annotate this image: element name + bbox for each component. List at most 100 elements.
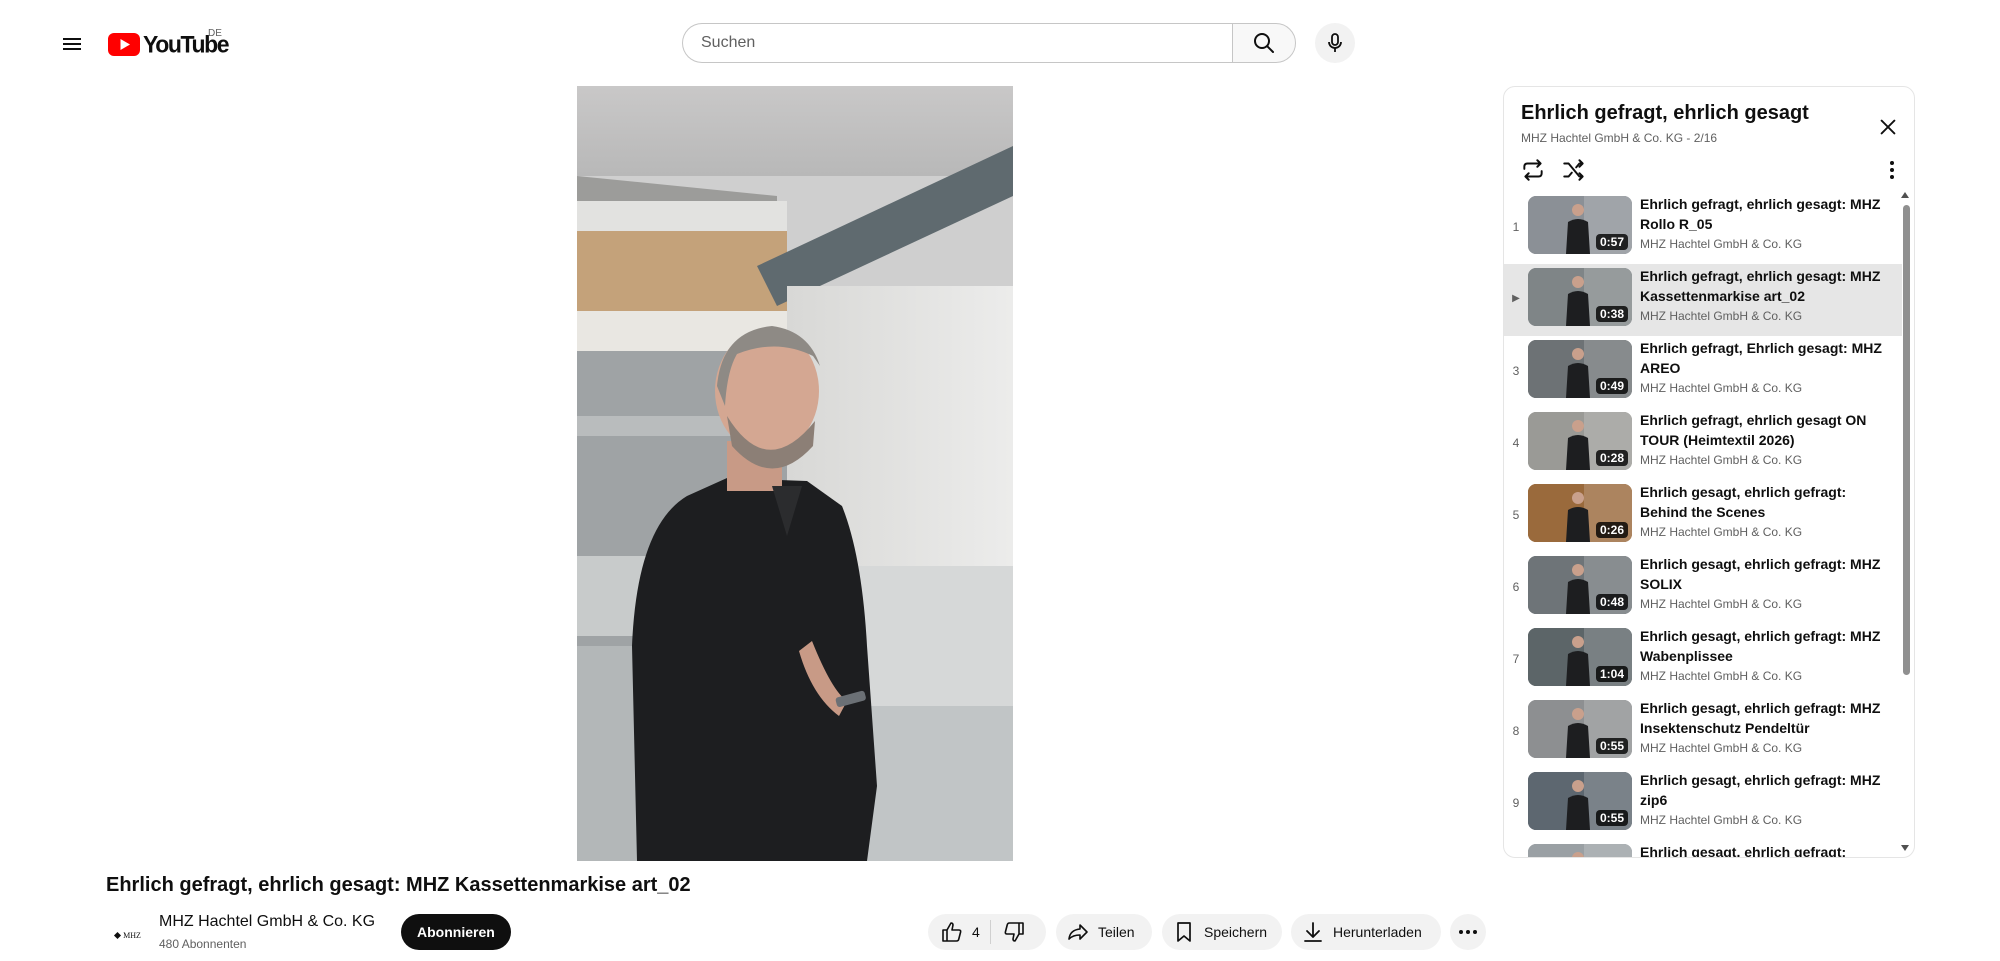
download-icon — [1304, 922, 1322, 942]
playlist-item[interactable]: 4 0:28 Ehrlich gefragt, ehrlich gesagt ON … — [1504, 408, 1902, 480]
more-actions-button[interactable] — [1450, 914, 1486, 950]
playlist-item-channel: MHZ Hachtel GmbH & Co. KG — [1640, 669, 1803, 683]
save-button[interactable]: Speichern — [1162, 914, 1282, 950]
playlist-item-thumbnail: 0:26 — [1528, 484, 1632, 542]
playlist-item[interactable]: 3 0:49 Ehrlich gefragt, Ehrlich gesagt: MH… — [1504, 336, 1902, 408]
playlist-item[interactable]: 9 0:55 Ehrlich gesagt, ehrlich gefragt: MH… — [1504, 768, 1902, 840]
video-duration: 0:55 — [1595, 738, 1628, 754]
video-duration: 1:04 — [1595, 666, 1628, 682]
playlist-item-channel: MHZ Hachtel GmbH & Co. KG — [1640, 381, 1803, 395]
scroll-down-arrow[interactable] — [1900, 843, 1910, 853]
playlist-item-title: Ehrlich gefragt, ehrlich gesagt: MHZ Kas… — [1640, 268, 1881, 304]
playlist-item-thumbnail: 0:55 — [1528, 772, 1632, 830]
playlist-item-text: Ehrlich gesagt, ehrlich gefragt: MHZ Wab… — [1640, 626, 1890, 683]
playlist-item-index: 3 — [1512, 364, 1520, 378]
playlist-item-channel: MHZ Hachtel GmbH & Co. KG — [1640, 813, 1803, 827]
playlist-item-index: 8 — [1512, 724, 1520, 738]
playlist-item-title: Ehrlich gesagt, ehrlich gefragt: MHZ Ins… — [1640, 700, 1881, 736]
channel-logo-mark — [114, 931, 122, 939]
playlist-item-text: Ehrlich gesagt, ehrlich gefragt: Behind … — [1640, 482, 1890, 539]
playlist-item-thumbnail: 0:49 — [1528, 340, 1632, 398]
playlist-item-channel: MHZ Hachtel GmbH & Co. KG — [1640, 309, 1803, 323]
channel-avatar-text: MHZ — [123, 930, 141, 940]
playlist-item-text: Ehrlich gesagt, ehrlich gefragt: MHZ zip… — [1640, 770, 1890, 827]
playlist-menu-button[interactable] — [1877, 155, 1907, 185]
subscriber-count: 480 Abonnenten — [159, 937, 247, 951]
playlist-item-title: Ehrlich gesagt, ehrlich gefragt: MHZ SOL… — [1640, 556, 1881, 592]
thumbs-down-icon — [1004, 922, 1024, 942]
playlist-item[interactable]: ▶ 0:38 Ehrlich gefragt, ehrlich gesagt: MH… — [1504, 264, 1902, 336]
playlist-item-text: Ehrlich gefragt, ehrlich gesagt: MHZ Rol… — [1640, 194, 1890, 251]
video-duration: 0:55 — [1595, 810, 1628, 826]
share-label: Teilen — [1098, 924, 1135, 940]
playlist-item-index: 5 — [1512, 508, 1520, 522]
region-code: DE — [208, 28, 222, 39]
like-dislike-group: 4 — [928, 914, 1046, 950]
video-title: Ehrlich gefragt, ehrlich gesagt: MHZ Kas… — [106, 874, 691, 896]
like-button[interactable]: 4 — [928, 914, 990, 950]
playlist-item-channel: MHZ Hachtel GmbH & Co. KG — [1640, 453, 1803, 467]
scroll-down-arrow-icon — [1901, 845, 1909, 851]
playlist-item-thumbnail: 0:48 — [1528, 556, 1632, 614]
playlist-item[interactable]: 8 0:55 Ehrlich gesagt, ehrlich gefragt: MH… — [1504, 696, 1902, 768]
playlist-item-title: Ehrlich gefragt, Ehrlich gesagt: MHZ ARE… — [1640, 340, 1882, 376]
download-button[interactable]: Herunterladen — [1291, 914, 1441, 950]
playlist-item-text: Ehrlich gesagt, ehrlich gefragt: — [1640, 842, 1890, 857]
search-input[interactable] — [699, 33, 1232, 53]
video-player[interactable] — [577, 86, 1013, 861]
playlist-item-channel: MHZ Hachtel GmbH & Co. KG — [1640, 597, 1803, 611]
search-button[interactable] — [1232, 23, 1296, 63]
like-count: 4 — [972, 924, 980, 940]
playlist-item[interactable]: 6 0:48 Ehrlich gesagt, ehrlich gefragt: MH… — [1504, 552, 1902, 624]
scroll-up-arrow[interactable] — [1900, 190, 1910, 200]
menu-button[interactable] — [52, 24, 92, 64]
playlist-scrollbar-thumb[interactable] — [1903, 205, 1910, 675]
playlist-item-index: 4 — [1512, 436, 1520, 450]
playlist-close-button[interactable] — [1873, 112, 1903, 142]
playlist-item-channel: MHZ Hachtel GmbH & Co. KG — [1640, 741, 1803, 755]
playlist-item-text: Ehrlich gesagt, ehrlich gefragt: MHZ SOL… — [1640, 554, 1890, 611]
channel-avatar[interactable]: MHZ — [108, 915, 148, 955]
playlist-item-text: Ehrlich gefragt, ehrlich gesagt: MHZ Kas… — [1640, 266, 1890, 323]
video-duration: 0:28 — [1595, 450, 1628, 466]
share-button[interactable]: Teilen — [1056, 914, 1152, 950]
loop-icon — [1523, 159, 1543, 181]
playlist-item-text: Ehrlich gesagt, ehrlich gefragt: MHZ Ins… — [1640, 698, 1890, 755]
playlist-item-index: 9 — [1512, 796, 1520, 810]
dislike-button[interactable] — [991, 914, 1037, 950]
playlist-item-text: Ehrlich gefragt, ehrlich gesagt ON TOUR … — [1640, 410, 1890, 467]
playlist-item-title: Ehrlich gefragt, ehrlich gesagt ON TOUR … — [1640, 412, 1867, 448]
playlist-shuffle-button[interactable] — [1558, 154, 1590, 186]
microphone-icon — [1328, 33, 1342, 52]
voice-search-button[interactable] — [1315, 23, 1355, 63]
bookmark-icon — [1177, 922, 1191, 942]
playlist-item-title: Ehrlich gesagt, ehrlich gefragt: Behind … — [1640, 484, 1847, 520]
subscribe-button[interactable]: Abonnieren — [401, 914, 511, 950]
playlist-item[interactable]: 5 0:26 Ehrlich gesagt, ehrlich gefragt: Be… — [1504, 480, 1902, 552]
playlist-item-index: 1 — [1512, 220, 1520, 234]
channel-name[interactable]: MHZ Hachtel GmbH & Co. KG — [159, 913, 375, 931]
share-arrow-icon — [1068, 924, 1088, 940]
close-icon — [1880, 119, 1896, 135]
video-duration: 0:26 — [1595, 522, 1628, 538]
playlist-loop-button[interactable] — [1517, 154, 1549, 186]
playlist-item[interactable]: 7 1:04 Ehrlich gesagt, ehrlich gefragt: MH… — [1504, 624, 1902, 696]
playlist-item-thumbnail: 1:04 — [1528, 628, 1632, 686]
video-duration: 0:48 — [1595, 594, 1628, 610]
video-duration: 0:57 — [1595, 234, 1628, 250]
search-icon — [1254, 33, 1274, 53]
playlist-title[interactable]: Ehrlich gefragt, ehrlich gesagt — [1521, 102, 1809, 125]
playlist-item-thumbnail — [1528, 844, 1632, 857]
download-label: Herunterladen — [1333, 924, 1422, 940]
playlist-item[interactable]: 10Ehrlich gesagt, ehrlich gefragt: — [1504, 840, 1902, 857]
playlist-item-title: Ehrlich gesagt, ehrlich gefragt: MHZ Wab… — [1640, 628, 1881, 664]
playlist-item-title: Ehrlich gefragt, ehrlich gesagt: MHZ Rol… — [1640, 196, 1881, 232]
playlist-item[interactable]: 1 0:57 Ehrlich gefragt, ehrlich gesagt: MH… — [1504, 192, 1902, 264]
playlist-item-channel: MHZ Hachtel GmbH & Co. KG — [1640, 237, 1803, 251]
more-vertical-icon — [1890, 161, 1894, 179]
playlist-item-thumbnail: 0:55 — [1528, 700, 1632, 758]
playlist-item-text: Ehrlich gefragt, Ehrlich gesagt: MHZ ARE… — [1640, 338, 1890, 395]
playlist-panel: Ehrlich gefragt, ehrlich gesagt MHZ Hach… — [1503, 86, 1915, 858]
playlist-item-index: 7 — [1512, 652, 1520, 666]
playlist-item-thumbnail: 0:38 — [1528, 268, 1632, 326]
